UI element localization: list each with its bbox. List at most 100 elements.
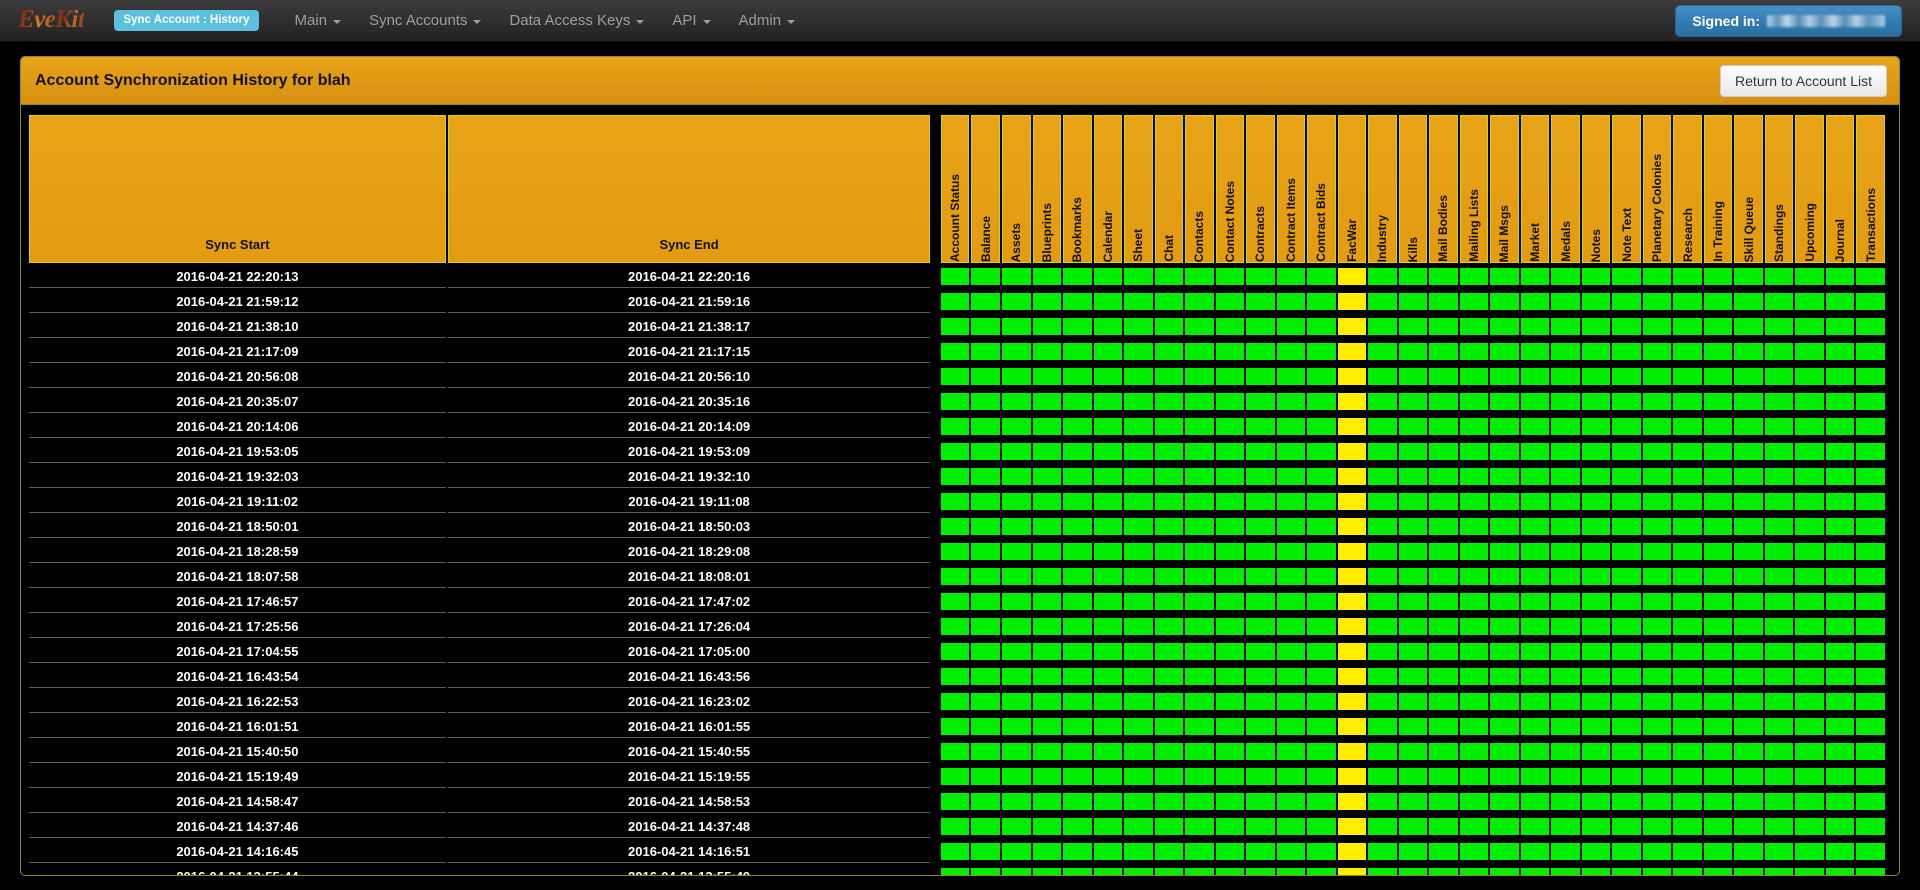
status-cell-standings[interactable]	[1764, 590, 1794, 613]
column-header-bookmarks[interactable]: Bookmarks	[1063, 115, 1092, 263]
status-cell-journal[interactable]	[1825, 265, 1855, 288]
status-cell-transactions[interactable]	[1856, 590, 1885, 613]
status-cell-skill-queue[interactable]	[1734, 465, 1763, 488]
status-cell-note-text[interactable]	[1612, 590, 1641, 613]
status-cell-transactions[interactable]	[1856, 315, 1885, 338]
status-cell-balance[interactable]	[971, 690, 1000, 713]
status-cell-skill-queue[interactable]	[1734, 740, 1763, 763]
status-cell-account-status[interactable]	[940, 815, 970, 838]
status-cell-assets[interactable]	[1001, 640, 1031, 663]
status-cell-mailing-lists[interactable]	[1459, 740, 1489, 763]
status-cell-bookmarks[interactable]	[1063, 415, 1092, 438]
status-cell-contacts[interactable]	[1185, 765, 1214, 788]
status-cell-upcoming[interactable]	[1795, 690, 1824, 713]
status-cell-contract-items[interactable]	[1276, 490, 1306, 513]
status-cell-contact-notes[interactable]	[1215, 690, 1245, 713]
status-cell-journal[interactable]	[1825, 465, 1855, 488]
status-cell-mail-msgs[interactable]	[1490, 865, 1519, 875]
status-cell-balance[interactable]	[971, 440, 1000, 463]
status-cell-mail-bodies[interactable]	[1429, 815, 1458, 838]
status-cell-contract-items[interactable]	[1276, 290, 1306, 313]
status-cell-contracts[interactable]	[1246, 715, 1275, 738]
status-cell-mail-bodies[interactable]	[1429, 540, 1458, 563]
status-cell-blueprints[interactable]	[1032, 515, 1062, 538]
nav-item-admin[interactable]: Admin	[725, 2, 810, 39]
status-cell-blueprints[interactable]	[1032, 640, 1062, 663]
status-cell-skill-queue[interactable]	[1734, 490, 1763, 513]
nav-item-data-access-keys[interactable]: Data Access Keys	[495, 2, 658, 39]
status-cell-upcoming[interactable]	[1795, 790, 1824, 813]
status-cell-in-training[interactable]	[1703, 540, 1733, 563]
status-cell-upcoming[interactable]	[1795, 615, 1824, 638]
status-cell-notes[interactable]	[1581, 665, 1611, 688]
status-cell-note-text[interactable]	[1612, 440, 1641, 463]
status-cell-note-text[interactable]	[1612, 365, 1641, 388]
status-cell-planetary-colonies[interactable]	[1642, 740, 1672, 763]
status-cell-assets[interactable]	[1001, 815, 1031, 838]
status-cell-contract-bids[interactable]	[1307, 865, 1336, 875]
status-cell-upcoming[interactable]	[1795, 365, 1824, 388]
column-header-facwar[interactable]: FacWar	[1337, 115, 1367, 263]
status-cell-blueprints[interactable]	[1032, 415, 1062, 438]
status-cell-note-text[interactable]	[1612, 690, 1641, 713]
status-cell-standings[interactable]	[1764, 465, 1794, 488]
column-header-sync-end[interactable]: Sync End	[447, 115, 931, 263]
status-cell-note-text[interactable]	[1612, 465, 1641, 488]
status-cell-industry[interactable]	[1368, 365, 1397, 388]
column-header-in-training[interactable]: In Training	[1703, 115, 1733, 263]
status-cell-kills[interactable]	[1398, 415, 1428, 438]
status-cell-market[interactable]	[1520, 540, 1550, 563]
status-cell-facwar[interactable]	[1337, 690, 1367, 713]
status-cell-chat[interactable]	[1154, 665, 1184, 688]
status-cell-skill-queue[interactable]	[1734, 390, 1763, 413]
status-cell-transactions[interactable]	[1856, 690, 1885, 713]
status-cell-calendar[interactable]	[1093, 665, 1123, 688]
status-cell-balance[interactable]	[971, 490, 1000, 513]
status-cell-transactions[interactable]	[1856, 440, 1885, 463]
status-cell-balance[interactable]	[971, 790, 1000, 813]
status-cell-chat[interactable]	[1154, 815, 1184, 838]
status-cell-industry[interactable]	[1368, 465, 1397, 488]
status-cell-facwar[interactable]	[1337, 415, 1367, 438]
table-row[interactable]: 2016-04-21 21:59:12 2016-04-21 21:59:16	[29, 290, 1885, 313]
status-cell-kills[interactable]	[1398, 390, 1428, 413]
status-cell-mail-msgs[interactable]	[1490, 665, 1519, 688]
status-cell-facwar[interactable]	[1337, 265, 1367, 288]
status-cell-contact-notes[interactable]	[1215, 565, 1245, 588]
column-header-assets[interactable]: Assets	[1001, 115, 1031, 263]
status-cell-upcoming[interactable]	[1795, 715, 1824, 738]
status-cell-contacts[interactable]	[1185, 790, 1214, 813]
column-header-transactions[interactable]: Transactions	[1856, 115, 1885, 263]
status-cell-skill-queue[interactable]	[1734, 340, 1763, 363]
status-cell-note-text[interactable]	[1612, 490, 1641, 513]
status-cell-balance[interactable]	[971, 740, 1000, 763]
status-cell-market[interactable]	[1520, 490, 1550, 513]
status-cell-facwar[interactable]	[1337, 315, 1367, 338]
status-cell-assets[interactable]	[1001, 315, 1031, 338]
status-cell-calendar[interactable]	[1093, 690, 1123, 713]
status-cell-journal[interactable]	[1825, 640, 1855, 663]
status-cell-market[interactable]	[1520, 440, 1550, 463]
status-cell-kills[interactable]	[1398, 565, 1428, 588]
status-cell-contract-items[interactable]	[1276, 340, 1306, 363]
status-cell-contacts[interactable]	[1185, 815, 1214, 838]
status-cell-market[interactable]	[1520, 690, 1550, 713]
status-cell-assets[interactable]	[1001, 290, 1031, 313]
status-cell-sheet[interactable]	[1124, 265, 1153, 288]
column-header-journal[interactable]: Journal	[1825, 115, 1855, 263]
status-cell-sheet[interactable]	[1124, 390, 1153, 413]
status-cell-assets[interactable]	[1001, 565, 1031, 588]
status-cell-blueprints[interactable]	[1032, 665, 1062, 688]
status-cell-upcoming[interactable]	[1795, 740, 1824, 763]
status-cell-kills[interactable]	[1398, 290, 1428, 313]
status-cell-journal[interactable]	[1825, 390, 1855, 413]
status-cell-journal[interactable]	[1825, 715, 1855, 738]
status-cell-balance[interactable]	[971, 415, 1000, 438]
status-cell-balance[interactable]	[971, 365, 1000, 388]
column-header-industry[interactable]: Industry	[1368, 115, 1397, 263]
status-cell-journal[interactable]	[1825, 415, 1855, 438]
status-cell-note-text[interactable]	[1612, 565, 1641, 588]
status-cell-note-text[interactable]	[1612, 715, 1641, 738]
status-cell-market[interactable]	[1520, 590, 1550, 613]
status-cell-account-status[interactable]	[940, 665, 970, 688]
